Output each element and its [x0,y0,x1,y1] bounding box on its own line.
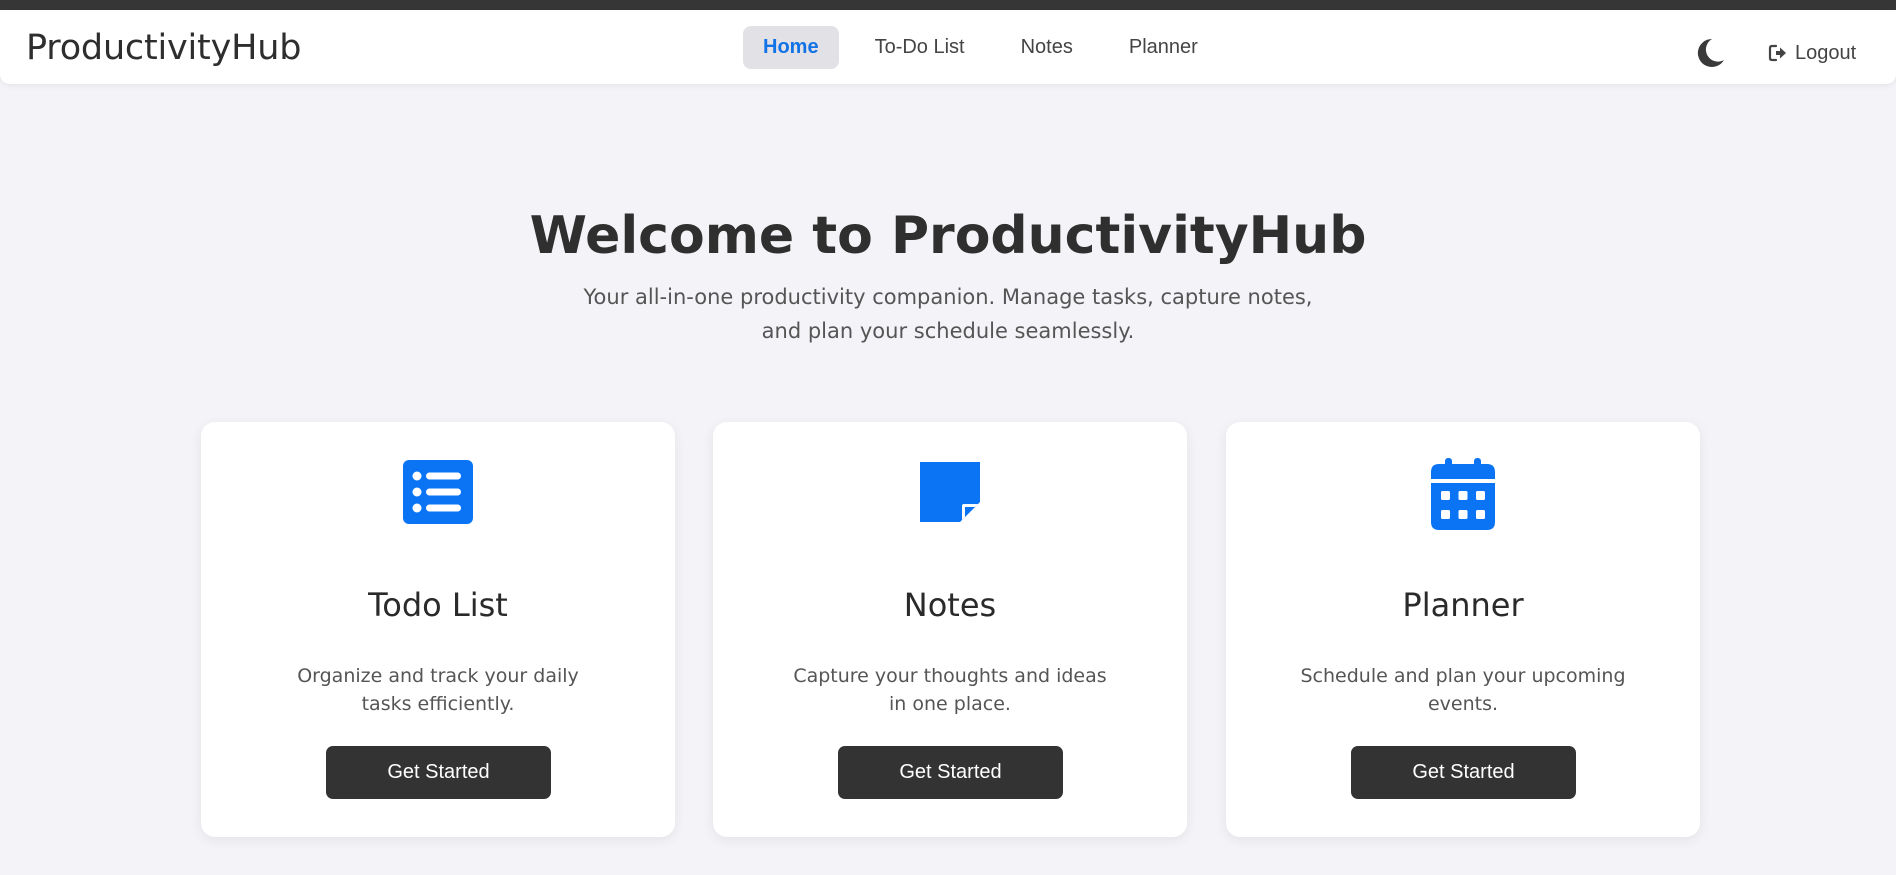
brand-logo[interactable]: ProductivityHub [26,28,301,68]
card-title: Planner [1402,586,1524,624]
moon-icon [1697,38,1724,67]
calendar-icon [1431,458,1495,530]
nav-link-planner[interactable]: Planner [1109,26,1218,69]
logout-button[interactable]: Logout [1768,35,1856,71]
sign-out-icon [1768,44,1786,62]
hero-title: Welcome to ProductivityHub [529,206,1367,266]
logout-label: Logout [1795,41,1857,64]
nav-links: Home To-Do List Notes Planner [743,26,1234,69]
nav-link-home[interactable]: Home [743,26,839,69]
card-description: Organize and track your daily tasks effi… [297,665,579,715]
sticky-note-icon [920,462,980,522]
notes-card: Notes Capture your thoughts and ideas in… [713,422,1187,837]
nav-link-todo-list[interactable]: To-Do List [855,26,985,69]
planner-card: Planner Schedule and plan your upcoming … [1226,422,1700,837]
window-top-strip [0,0,1896,10]
card-title: Notes [903,586,997,624]
navbar: ProductivityHub Home To-Do List Notes Pl… [0,10,1896,84]
todo-list-card: Todo List Organize and track your daily … [201,422,675,837]
nav-link-notes[interactable]: Notes [1001,26,1093,69]
notes-get-started-button[interactable]: Get Started [838,746,1063,799]
hero-subtitle: Your all-in-one productivity companion. … [583,285,1313,343]
list-icon [403,460,473,524]
card-description: Schedule and plan your upcoming events. [1300,665,1626,715]
card-description: Capture your thoughts and ideas in one p… [793,665,1107,715]
todo-get-started-button[interactable]: Get Started [326,746,551,799]
theme-toggle-button[interactable] [1693,36,1727,70]
planner-get-started-button[interactable]: Get Started [1351,746,1576,799]
card-title: Todo List [368,586,508,624]
